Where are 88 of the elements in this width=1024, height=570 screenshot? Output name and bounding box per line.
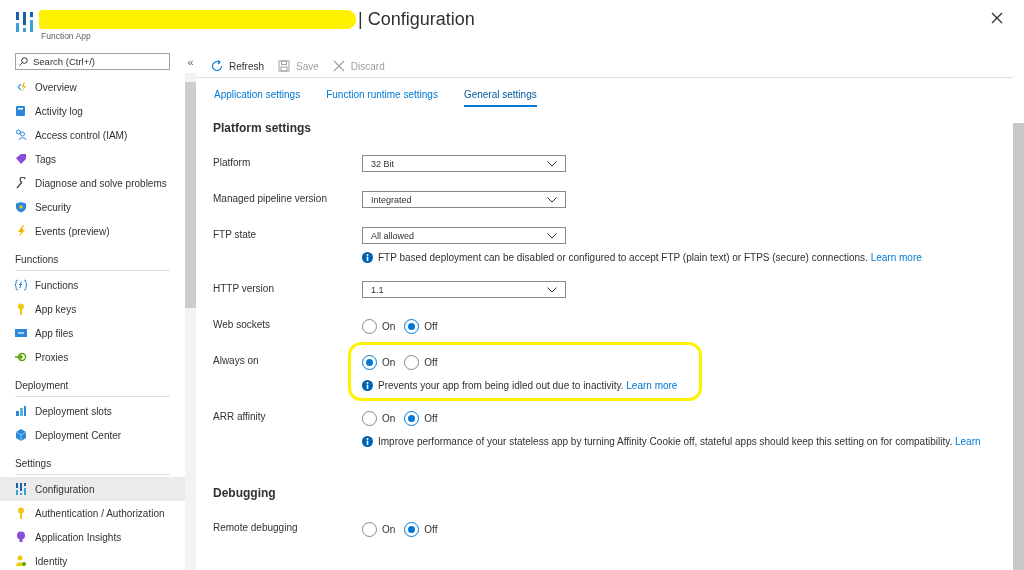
save-icon [278,60,290,72]
file-icon [15,327,27,339]
learn-more-link[interactable]: Learn more [870,251,922,263]
search-field[interactable]: Search (Ctrl+/) [15,53,170,70]
learn-more-link[interactable]: Learn [955,435,981,447]
wrench-icon [15,177,27,189]
radio-option[interactable]: Off [404,521,438,537]
close-button[interactable] [991,12,1003,24]
section-heading: Debugging [213,486,277,502]
radio-option[interactable]: On [362,410,396,426]
chevron-down-icon [547,232,557,239]
radio-option[interactable]: Off [404,410,438,426]
field-label: Web sockets [213,318,272,332]
radio-option[interactable]: Off [404,318,438,334]
collapse-button[interactable]: « [187,55,194,69]
info-text: Improve performance of your stateless app by turning Affinity Cookie off, stateful apps should keep this setting on for compatibility. Learn [378,435,981,447]
shield-icon [15,201,27,213]
learn-more-link[interactable]: Learn more [626,379,678,391]
radio-option[interactable]: On [362,318,396,334]
nav-item[interactable]: Overview [0,75,185,99]
nav-item[interactable]: Events (preview) [0,219,185,243]
radio-option[interactable]: On [362,354,396,370]
tab[interactable]: General settings [463,89,537,107]
nav-item[interactable]: Deployment slots [0,399,185,423]
nav-item[interactable]: Application Insights [0,525,185,549]
proxy-icon [15,351,27,363]
tab[interactable]: Function runtime settings [326,89,438,107]
dropdown[interactable]: 32 Bit [362,155,566,172]
nav-item[interactable]: Access control (IAM) [0,123,185,147]
info-icon [362,251,373,263]
field-label: Managed pipeline version [213,192,328,206]
nav-item[interactable]: Configuration [0,477,185,501]
slots-icon [15,405,27,417]
bolt-icon [15,225,27,237]
nav-item[interactable]: Proxies [0,345,185,369]
nav-item[interactable]: Authentication / Authorization [0,501,185,525]
section-heading: Settings [15,458,170,475]
chevron-down-icon [547,196,557,203]
nav-item[interactable]: App files [0,321,185,345]
key-icon [15,507,27,519]
chevron-down-icon [547,160,557,167]
tab[interactable]: Application settings [214,89,301,107]
sliders-icon [15,483,27,495]
id-icon [15,555,27,567]
field-label: Platform [213,156,252,170]
nav-item[interactable]: Security [0,195,185,219]
nav-item[interactable]: Diagnose and solve problems [0,171,185,195]
page-title: | Configuration [358,8,475,30]
bulb-icon [15,531,27,543]
bolt-icon [15,81,27,93]
app-logo-icon [15,12,35,32]
nav-item[interactable]: Identity [0,549,185,570]
section-heading: Deployment [15,380,170,397]
nav-item[interactable]: App keys [0,297,185,321]
nav-item[interactable]: Tags [0,147,185,171]
tag-icon [15,153,27,165]
info-text: FTP based deployment can be disabled or configured to accept FTP (plain text) or FTPS (secure) connections. Learn more [378,251,922,263]
key-icon [15,303,27,315]
radio-option[interactable]: On [362,521,396,537]
nav-item[interactable]: Deployment Center [0,423,185,447]
info-icon [362,435,373,447]
people-icon [15,129,27,141]
cube-icon [15,429,27,441]
nav-item[interactable]: Activity log [0,99,185,123]
field-label: ARR affinity [213,410,267,424]
log-icon [15,105,27,117]
function-icon [15,279,27,291]
dropdown[interactable]: 1.1 [362,281,566,298]
field-label: Always on [213,354,260,368]
radio-option[interactable]: Off [404,354,438,370]
toolbar-button[interactable]: Refresh [211,60,264,72]
chevron-down-icon [547,286,557,293]
field-label: Remote debugging [213,521,299,535]
scrollbar[interactable] [185,73,196,570]
info-icon [362,379,373,391]
info-text: Prevents your app from being idled out due to inactivity. Learn more [378,379,678,391]
dropdown[interactable]: All allowed [362,227,566,244]
dropdown[interactable]: Integrated [362,191,566,208]
section-heading: Functions [15,254,170,271]
nav-item[interactable]: Functions [0,273,185,297]
section-heading: Platform settings [213,121,312,137]
field-label: FTP state [213,228,258,242]
scrollbar[interactable] [1013,123,1024,570]
refresh-icon [211,60,223,72]
close-icon [332,60,345,72]
search-icon [19,57,28,66]
field-label: HTTP version [213,282,275,296]
resource-type-label: Function App [41,31,92,41]
